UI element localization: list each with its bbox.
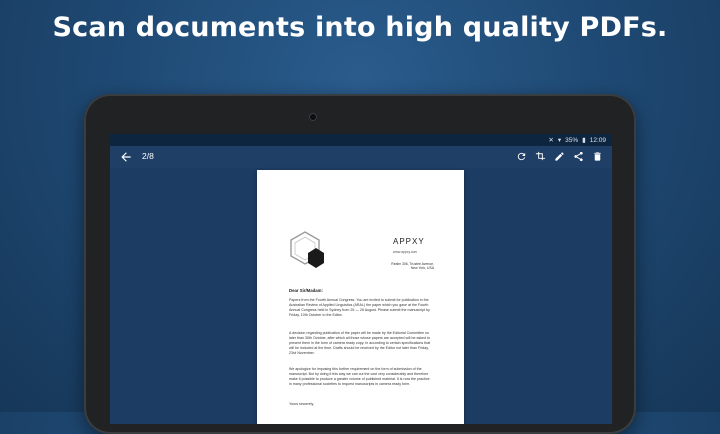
mute-icon: ✕: [548, 137, 554, 144]
arrow-back-icon: [121, 152, 131, 162]
company-name: APPXY: [393, 237, 425, 246]
tablet-screen: ✕ ▾ 35% ▮ 12:09 2/8 APPXY www.appxy.com …: [110, 134, 612, 424]
letter-paragraph-3: We apologize for imposing this further r…: [289, 367, 430, 387]
rotate-icon: [517, 152, 526, 161]
wifi-icon: ▾: [557, 137, 562, 144]
letter-paragraph-2: A decision regarding publication of the …: [289, 331, 431, 356]
crop-icon: [535, 151, 546, 161]
page-indicator: 2/8: [142, 151, 154, 161]
letter-paragraph-1: Papers from the Fourth Annual Congress. …: [289, 298, 430, 318]
share-button[interactable]: [572, 150, 585, 163]
battery-percentage: 35%: [565, 136, 579, 144]
app-toolbar: 2/8: [110, 146, 612, 168]
edit-button[interactable]: [553, 150, 566, 163]
delete-button[interactable]: [591, 150, 604, 163]
letter-greeting: Dear Sir/Madam:: [289, 288, 323, 293]
company-website: www.appxy.com: [393, 250, 418, 254]
company-logo: [290, 231, 324, 268]
headline: Scan documents into high quality PDFs.: [52, 12, 668, 43]
crop-button[interactable]: [534, 150, 547, 163]
document-viewer[interactable]: APPXY www.appxy.com Realm 306, Trustee A…: [110, 168, 612, 424]
rotate-button[interactable]: [515, 150, 528, 163]
delete-icon: [594, 152, 601, 161]
letter-closing: Yours sincerely,: [289, 402, 314, 406]
back-button[interactable]: [119, 150, 133, 164]
share-icon: [574, 151, 583, 162]
company-address: Realm 306, Trustee Avenue, New York, USA: [391, 262, 434, 271]
battery-icon: ▮: [582, 137, 586, 144]
status-bar: ✕ ▾ 35% ▮ 12:09: [110, 134, 612, 146]
edit-icon: [555, 152, 564, 161]
toolbar-actions: [515, 150, 604, 163]
clock: 12:09: [589, 136, 606, 144]
tablet-camera: [310, 114, 316, 120]
scanned-page[interactable]: APPXY www.appxy.com Realm 306, Trustee A…: [257, 170, 464, 424]
